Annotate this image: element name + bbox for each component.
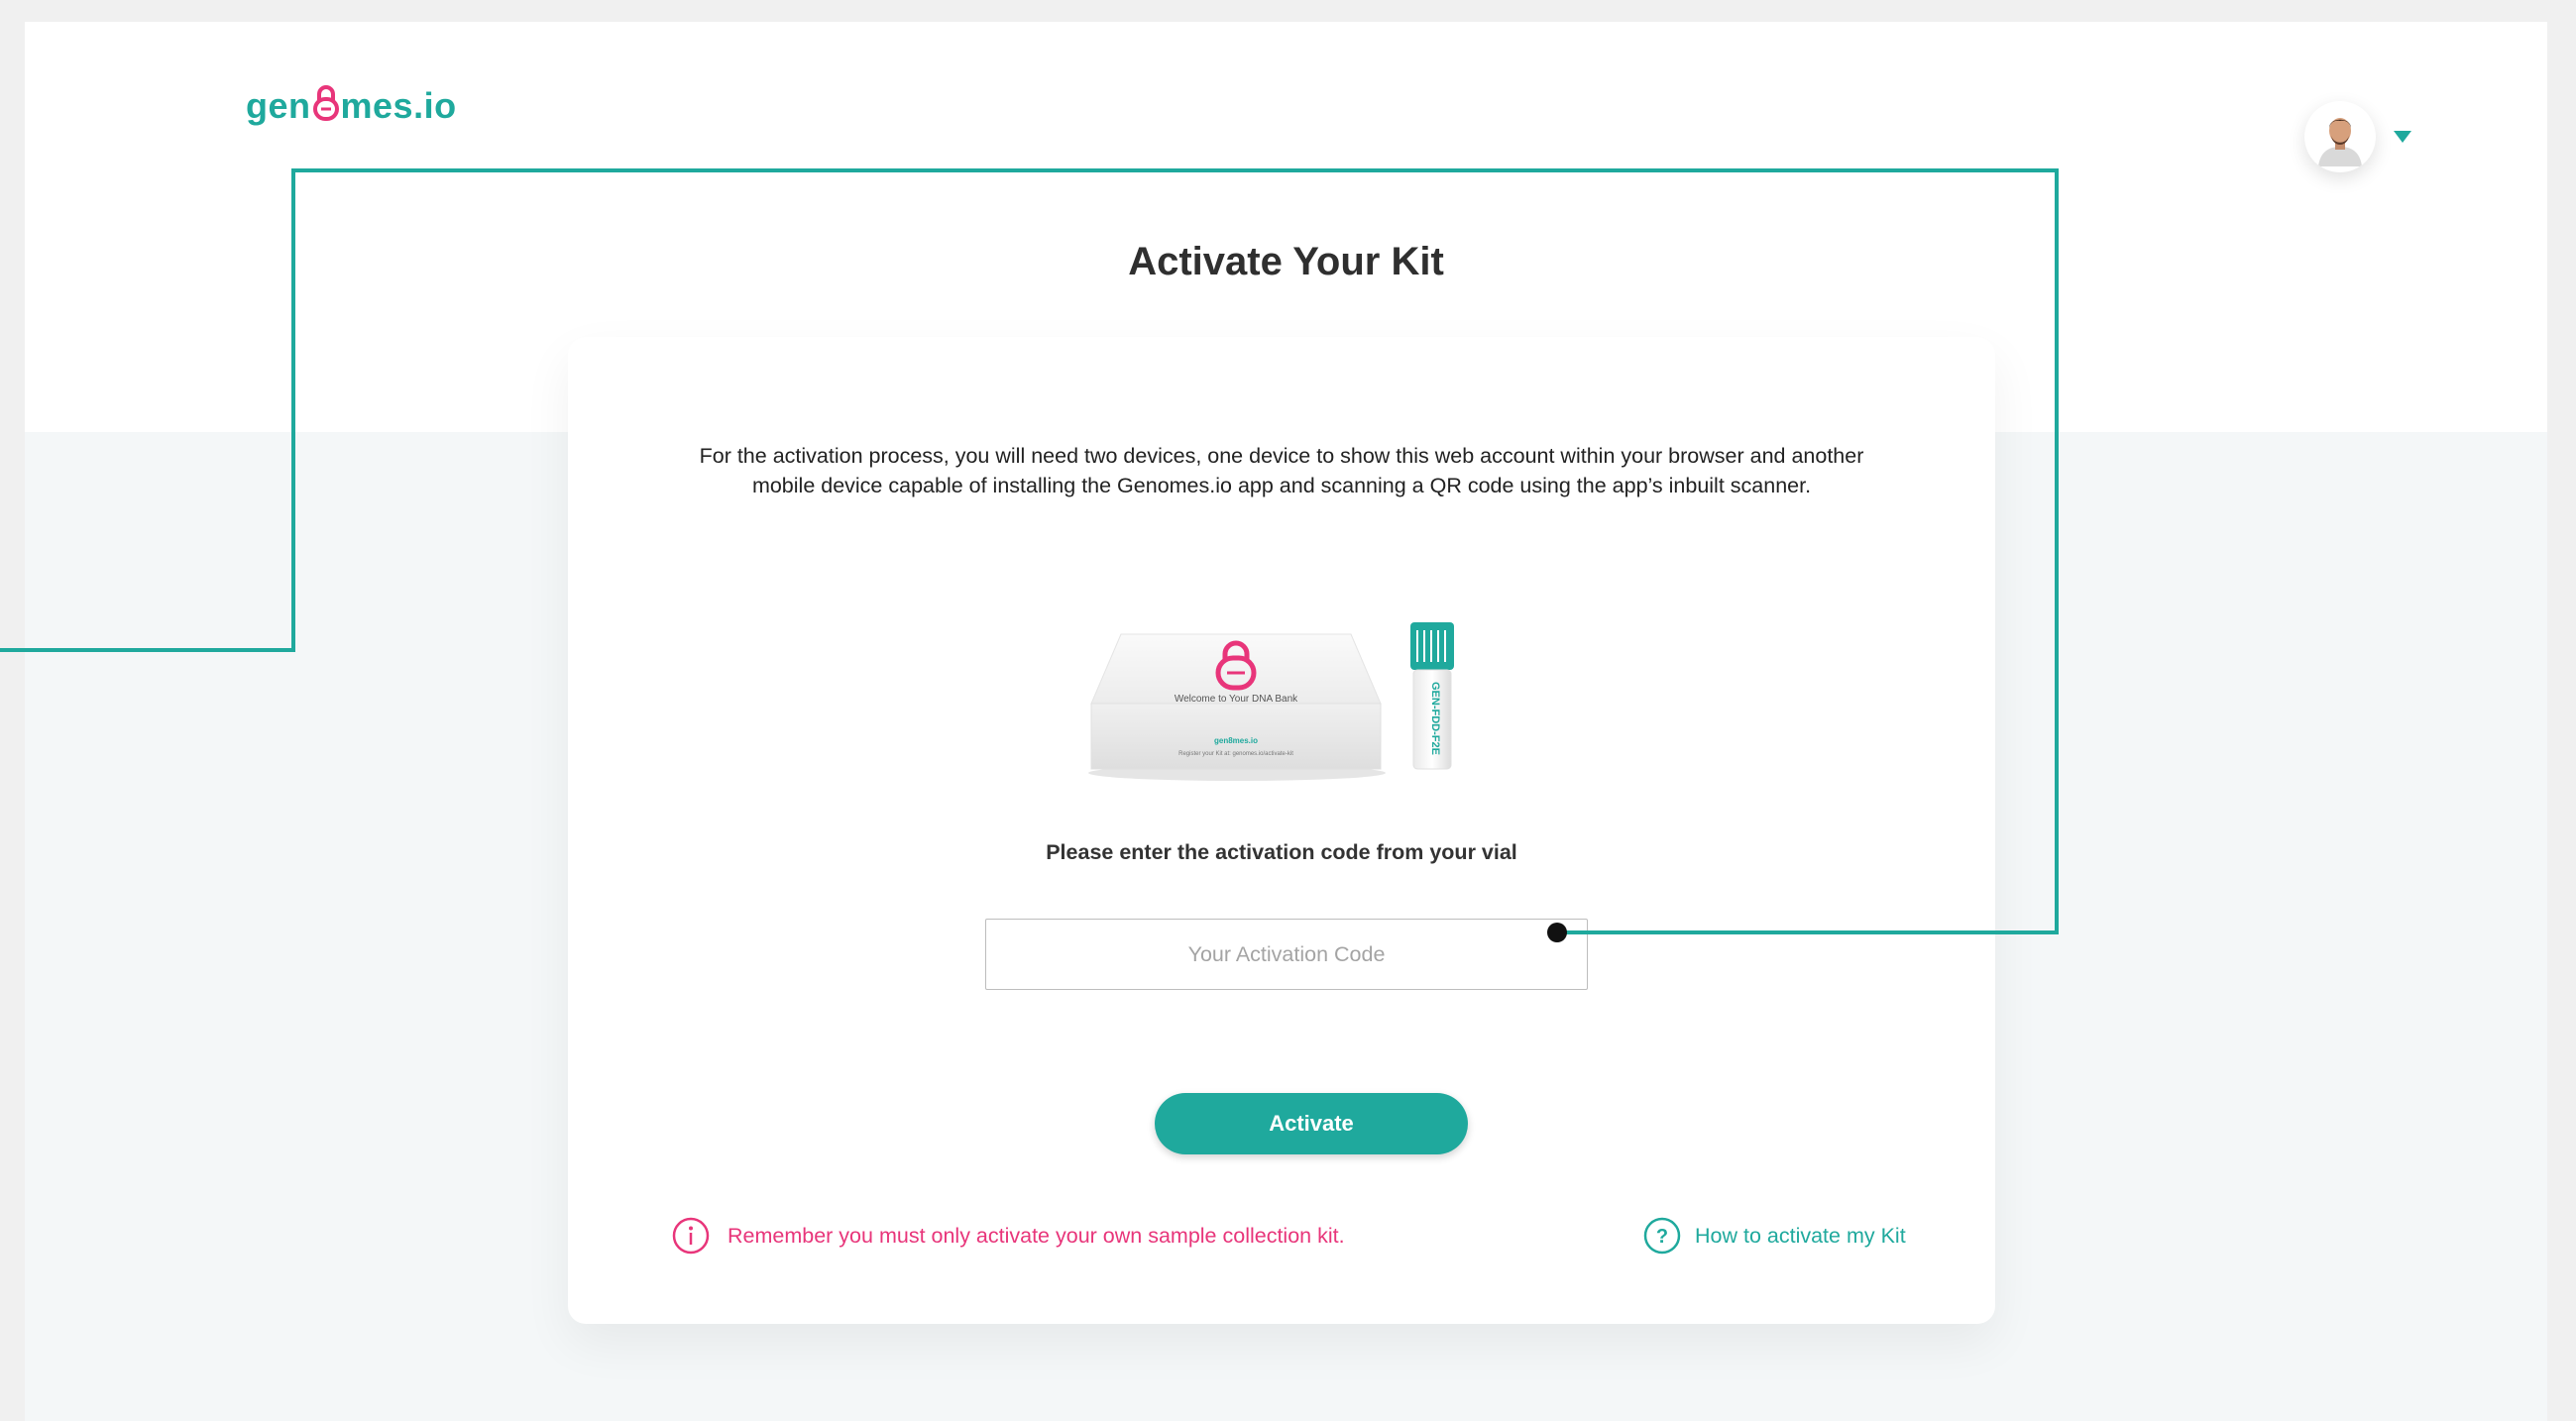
svg-text:?: ? xyxy=(1656,1226,1668,1248)
chevron-down-icon[interactable] xyxy=(2394,131,2411,143)
intro-line-1: For the activation process, you will nee… xyxy=(699,444,1864,468)
kit-box-brand: gen8mes.io xyxy=(1214,736,1258,745)
page-title: Activate Your Kit xyxy=(1128,240,1444,283)
question-circle-icon: ? xyxy=(1643,1217,1681,1255)
intro-text: For the activation process, you will nee… xyxy=(677,441,1886,500)
logo-lock-icon xyxy=(312,82,339,131)
user-avatar-icon xyxy=(2310,107,2370,166)
how-to-activate-link[interactable]: ? How to activate my Kit xyxy=(1643,1217,1906,1255)
activation-prompt: Please enter the activation code from yo… xyxy=(1046,840,1517,864)
kit-vial: GEN-FDD-F2E xyxy=(1410,622,1454,770)
kit-vial-label: GEN-FDD-F2E xyxy=(1429,682,1441,755)
warning-text: Remember you must only activate your own… xyxy=(728,1223,1345,1248)
logo-text-right: mes.io xyxy=(340,85,457,126)
brand-logo[interactable]: gen mes.io xyxy=(246,71,457,141)
info-circle-icon xyxy=(672,1217,710,1255)
user-avatar[interactable] xyxy=(2304,101,2376,172)
kit-box-register: Register your Kit at: genomes.io/activat… xyxy=(1178,751,1293,757)
activation-code-input[interactable] xyxy=(985,919,1588,990)
logo-text-left: gen xyxy=(246,85,311,126)
app-frame: gen mes.io Activate Your Kit For the act… xyxy=(25,22,2547,1421)
help-link-text: How to activate my Kit xyxy=(1695,1223,1906,1248)
activate-button[interactable]: Activate xyxy=(1155,1093,1468,1154)
kit-box-text: Welcome to Your DNA Bank xyxy=(1175,694,1298,705)
intro-line-2: mobile device capable of installing the … xyxy=(751,474,1812,497)
user-menu[interactable] xyxy=(2304,101,2411,172)
own-kit-warning: Remember you must only activate your own… xyxy=(672,1217,1345,1255)
activation-card: For the activation process, you will nee… xyxy=(568,337,1995,1324)
kit-illustration: Welcome to Your DNA Bank gen8mes.io Regi… xyxy=(1083,575,1500,818)
